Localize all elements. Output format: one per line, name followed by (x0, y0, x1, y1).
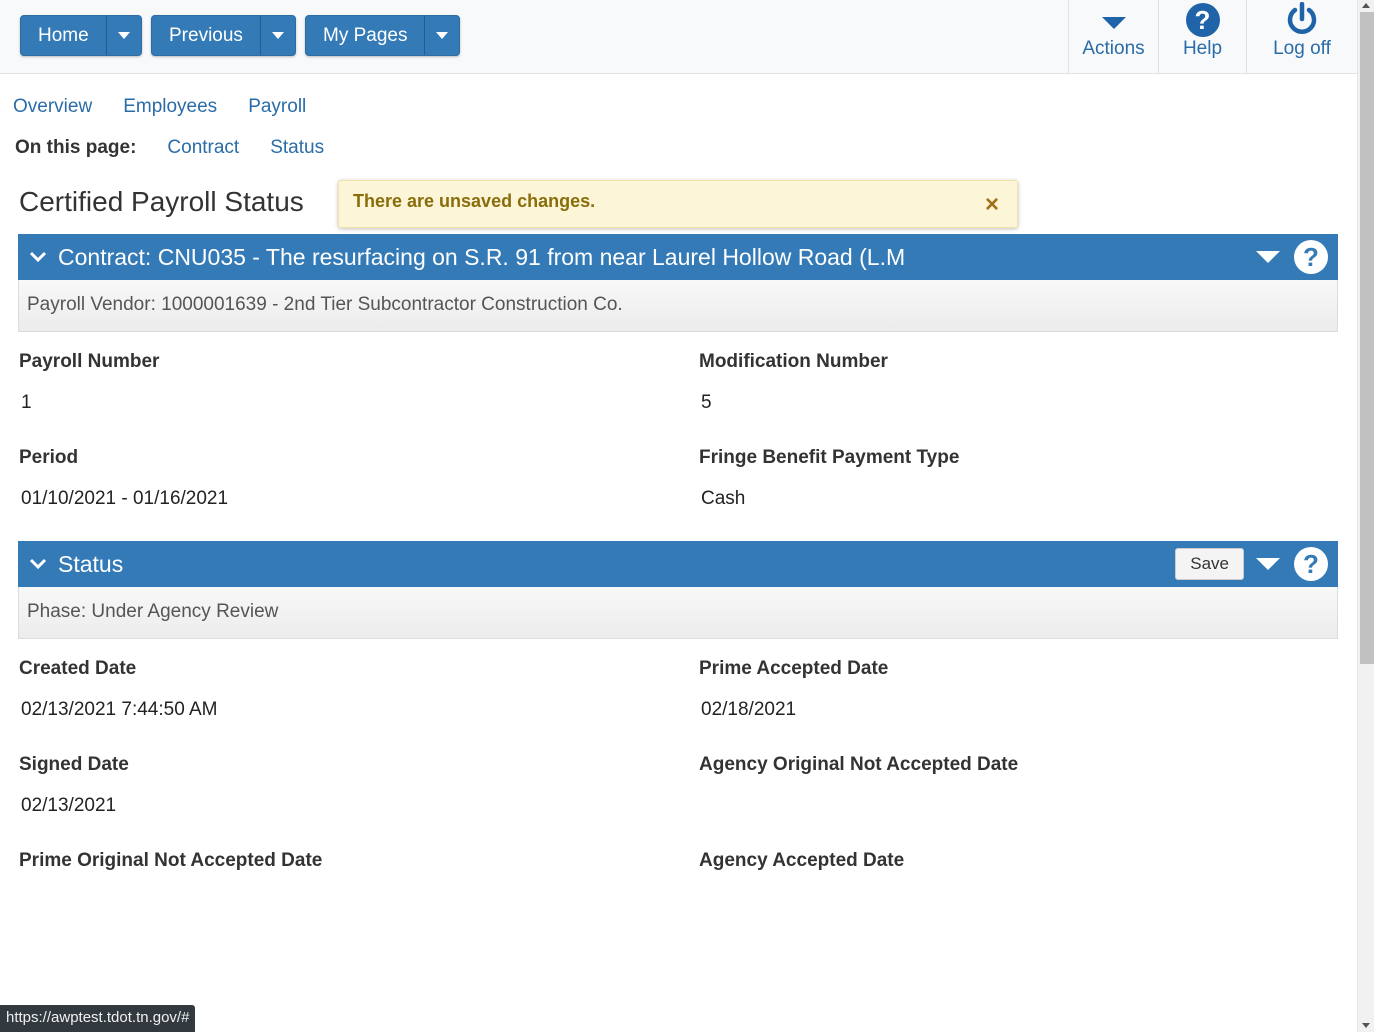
contract-anchor-link[interactable]: Contract (167, 137, 239, 159)
payroll-number-value: 1 (21, 392, 32, 413)
chevron-down-icon (29, 558, 47, 570)
fringe-benefit-value: Cash (701, 488, 746, 509)
prime-original-not-accepted-label: Prime Original Not Accepted Date (19, 850, 323, 871)
page-title: Certified Payroll Status (19, 186, 304, 217)
phase-bar: Phase: Under Agency Review (18, 587, 1338, 639)
home-button-group: Home (20, 15, 142, 56)
tab-payroll[interactable]: Payroll (248, 96, 306, 118)
status-panel-header[interactable]: Status Save ? (18, 541, 1338, 587)
unsaved-changes-alert: There are unsaved changes. × (338, 180, 1018, 228)
panel-menu-caret-icon[interactable] (1256, 251, 1280, 263)
top-right-menu: Actions ? Help Log off (1068, 0, 1357, 73)
status-panel-title: Status (58, 550, 124, 577)
help-icon[interactable]: ? (1294, 240, 1328, 274)
actions-button[interactable]: Actions (1068, 0, 1158, 73)
log-off-label: Log off (1273, 38, 1331, 59)
power-icon (1287, 2, 1317, 34)
on-this-page-nav: On this page: Contract Status (15, 137, 355, 159)
help-icon[interactable]: ? (1294, 547, 1328, 581)
created-date-value: 02/13/2021 7:44:50 AM (21, 699, 218, 720)
panel-menu-caret-icon[interactable] (1256, 558, 1280, 570)
on-this-page-label: On this page: (15, 137, 137, 158)
phase-text: Phase: Under Agency Review (27, 601, 279, 622)
tab-overview[interactable]: Overview (13, 96, 92, 118)
payroll-number-label: Payroll Number (19, 351, 160, 372)
close-icon[interactable]: × (985, 191, 999, 219)
modification-number-label: Modification Number (699, 351, 888, 372)
status-bar-url: https://awptest.tdot.tn.gov/# (0, 1005, 196, 1032)
agency-accepted-date-label: Agency Accepted Date (699, 850, 905, 871)
period-label: Period (19, 447, 79, 468)
home-button[interactable]: Home (21, 16, 106, 55)
top-toolbar: Home Previous My Pages Actions ? Help Lo… (0, 0, 1357, 74)
actions-caret-icon (1101, 17, 1126, 29)
scroll-up-icon[interactable] (1362, 3, 1370, 8)
help-button[interactable]: ? Help (1158, 0, 1246, 73)
payroll-vendor-bar: Payroll Vendor: 1000001639 - 2nd Tier Su… (18, 280, 1338, 332)
status-anchor-link[interactable]: Status (270, 137, 324, 159)
modification-number-value: 5 (701, 392, 712, 413)
page-tabs: Overview Employees Payroll (13, 96, 306, 118)
caret-down-icon (117, 32, 130, 39)
signed-date-label: Signed Date (19, 754, 129, 775)
alert-message: There are unsaved changes. (353, 191, 596, 211)
chevron-down-icon (29, 251, 47, 263)
contract-panel-header[interactable]: Contract: CNU035 - The resurfacing on S.… (18, 234, 1338, 280)
payroll-vendor-text: Payroll Vendor: 1000001639 - 2nd Tier Su… (27, 294, 623, 315)
help-label: Help (1182, 38, 1223, 59)
previous-button[interactable]: Previous (152, 16, 260, 55)
fringe-benefit-label: Fringe Benefit Payment Type (699, 447, 960, 468)
prime-accepted-date-label: Prime Accepted Date (699, 658, 889, 679)
signed-date-value: 02/13/2021 (21, 795, 117, 816)
tab-employees[interactable]: Employees (123, 96, 217, 118)
save-button[interactable]: Save (1175, 548, 1244, 580)
home-dropdown-toggle[interactable] (105, 16, 141, 55)
my-pages-dropdown-toggle[interactable] (424, 16, 459, 55)
caret-down-icon (436, 32, 449, 39)
scroll-down-icon[interactable] (1362, 1023, 1370, 1028)
created-date-label: Created Date (19, 658, 137, 679)
prime-accepted-date-value: 02/18/2021 (701, 699, 797, 720)
my-pages-button-group: My Pages (305, 15, 461, 56)
log-off-button[interactable]: Log off (1246, 0, 1357, 73)
period-value: 01/10/2021 - 01/16/2021 (21, 488, 229, 509)
previous-button-group: Previous (151, 15, 296, 56)
agency-original-not-accepted-label: Agency Original Not Accepted Date (699, 754, 1019, 775)
contract-panel-title: Contract: CNU035 - The resurfacing on S.… (58, 243, 906, 270)
my-pages-button[interactable]: My Pages (306, 16, 424, 55)
actions-label: Actions (1082, 38, 1145, 59)
caret-down-icon (271, 32, 284, 39)
scrollbar-thumb[interactable] (1360, 12, 1374, 664)
help-icon: ? (1185, 3, 1220, 37)
vertical-scrollbar[interactable] (1357, 0, 1374, 1032)
previous-dropdown-toggle[interactable] (259, 16, 295, 55)
